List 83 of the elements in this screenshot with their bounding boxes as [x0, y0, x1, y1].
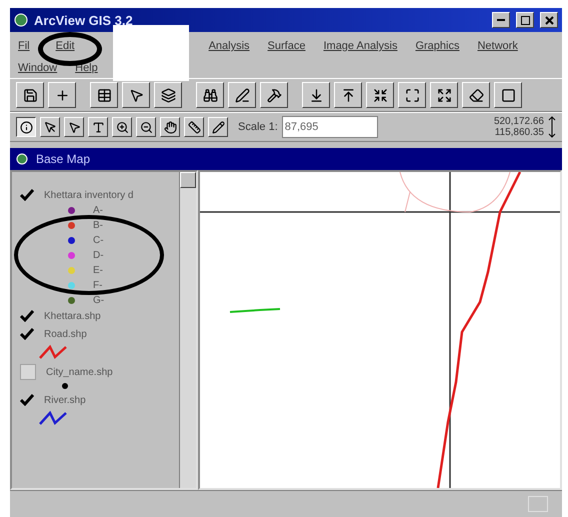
menu-item[interactable]: Analysis: [208, 40, 250, 52]
menu-item[interactable]: Window: [18, 62, 58, 74]
class-label: A-: [93, 204, 103, 216]
menu-item[interactable]: Image Analysis: [323, 40, 398, 52]
window-title: ArcView GIS 3.2: [34, 12, 134, 28]
toolbar-button[interactable]: [260, 82, 288, 108]
toolbar-button[interactable]: [398, 82, 426, 108]
square-icon: [500, 88, 516, 102]
label-icon: [92, 120, 104, 134]
arrows-icon: [548, 116, 556, 138]
expand-icon: [436, 88, 452, 102]
info-icon: [20, 120, 32, 134]
layer-checkbox[interactable]: [20, 364, 36, 380]
toolbar-button[interactable]: [494, 82, 522, 108]
globe-icon: [16, 153, 28, 165]
menu-item[interactable]: Graphics: [415, 40, 460, 52]
toolbar-button[interactable]: [196, 82, 224, 108]
scrollbar[interactable]: [179, 172, 196, 488]
move-down-icon: [308, 88, 324, 102]
minimize-button[interactable]: [492, 12, 510, 28]
menu-item[interactable]: Fil: [18, 40, 30, 52]
pointer-icon: [128, 88, 144, 102]
toolbar-button[interactable]: [48, 82, 76, 108]
close-button[interactable]: [540, 12, 558, 28]
class-label: B-: [93, 220, 103, 230]
layer-name: Khettara inventory d: [44, 190, 134, 200]
toolbar-button[interactable]: [430, 82, 458, 108]
view-title: Base Map: [36, 152, 90, 166]
coordinate-readout: 520,172.66: [494, 116, 544, 127]
class-label: F-: [93, 280, 102, 290]
pencil-icon: [212, 120, 224, 134]
zoom-in-icon: [116, 120, 128, 134]
menu-item[interactable]: Network: [477, 40, 518, 52]
class-label: E-: [93, 264, 103, 276]
class-label: D-: [93, 250, 104, 260]
move-up-icon: [340, 88, 356, 102]
toolbar-button[interactable]: [16, 82, 44, 108]
layer-name: City_name.shp: [46, 366, 113, 378]
layer-checkbox[interactable]: [20, 327, 34, 341]
minimize-icon: [497, 19, 505, 21]
toolbar-button[interactable]: [122, 82, 150, 108]
toolbar-button[interactable]: [366, 82, 394, 108]
layers-icon: [160, 88, 176, 102]
table-icon: [96, 88, 112, 102]
coordinate-readout: 115,860.35: [494, 127, 544, 138]
menu-item[interactable]: Edit: [56, 40, 75, 52]
save-icon: [22, 88, 38, 102]
feature-line: [230, 308, 280, 313]
zoom-out-icon: [140, 120, 152, 134]
globe-icon: [14, 13, 28, 27]
toolbar-button[interactable]: [334, 82, 362, 108]
layer-checkbox[interactable]: [20, 309, 34, 323]
toolbar-button[interactable]: [462, 82, 490, 108]
layer-checkbox[interactable]: [20, 188, 34, 202]
maximize-icon: [520, 16, 530, 24]
eraser-icon: [468, 88, 484, 102]
toolbar-button[interactable]: [90, 82, 118, 108]
layer-name: River.shp: [44, 394, 86, 406]
layer-name: Khettara.shp: [44, 310, 101, 322]
scale-field[interactable]: 87,695: [282, 116, 378, 138]
measure-icon: [188, 120, 200, 134]
maximize-icon: [404, 88, 420, 102]
vertex-icon: [68, 120, 80, 134]
add-theme-icon: [54, 88, 70, 102]
class-label: G-: [93, 294, 104, 306]
resize-grip: [528, 496, 548, 512]
pointer-icon: [44, 120, 56, 134]
pen-icon: [234, 88, 250, 102]
toolbar-button[interactable]: [302, 82, 330, 108]
binoculars-icon: [202, 88, 218, 102]
toolbar-button[interactable]: [228, 82, 256, 108]
tool-button[interactable]: [16, 117, 36, 137]
class-label: C-: [93, 234, 104, 246]
toolbar-button[interactable]: [154, 82, 182, 108]
close-icon: [544, 16, 554, 24]
pan-icon: [164, 120, 176, 134]
scale-label: Scale 1:: [238, 121, 278, 133]
layer-checkbox[interactable]: [20, 393, 34, 407]
layer-name: Road.shp: [44, 328, 87, 340]
maximize-button[interactable]: [516, 12, 534, 28]
hammer-icon: [266, 88, 282, 102]
menu-item[interactable]: Surface: [268, 40, 306, 52]
shrink-icon: [372, 88, 388, 102]
